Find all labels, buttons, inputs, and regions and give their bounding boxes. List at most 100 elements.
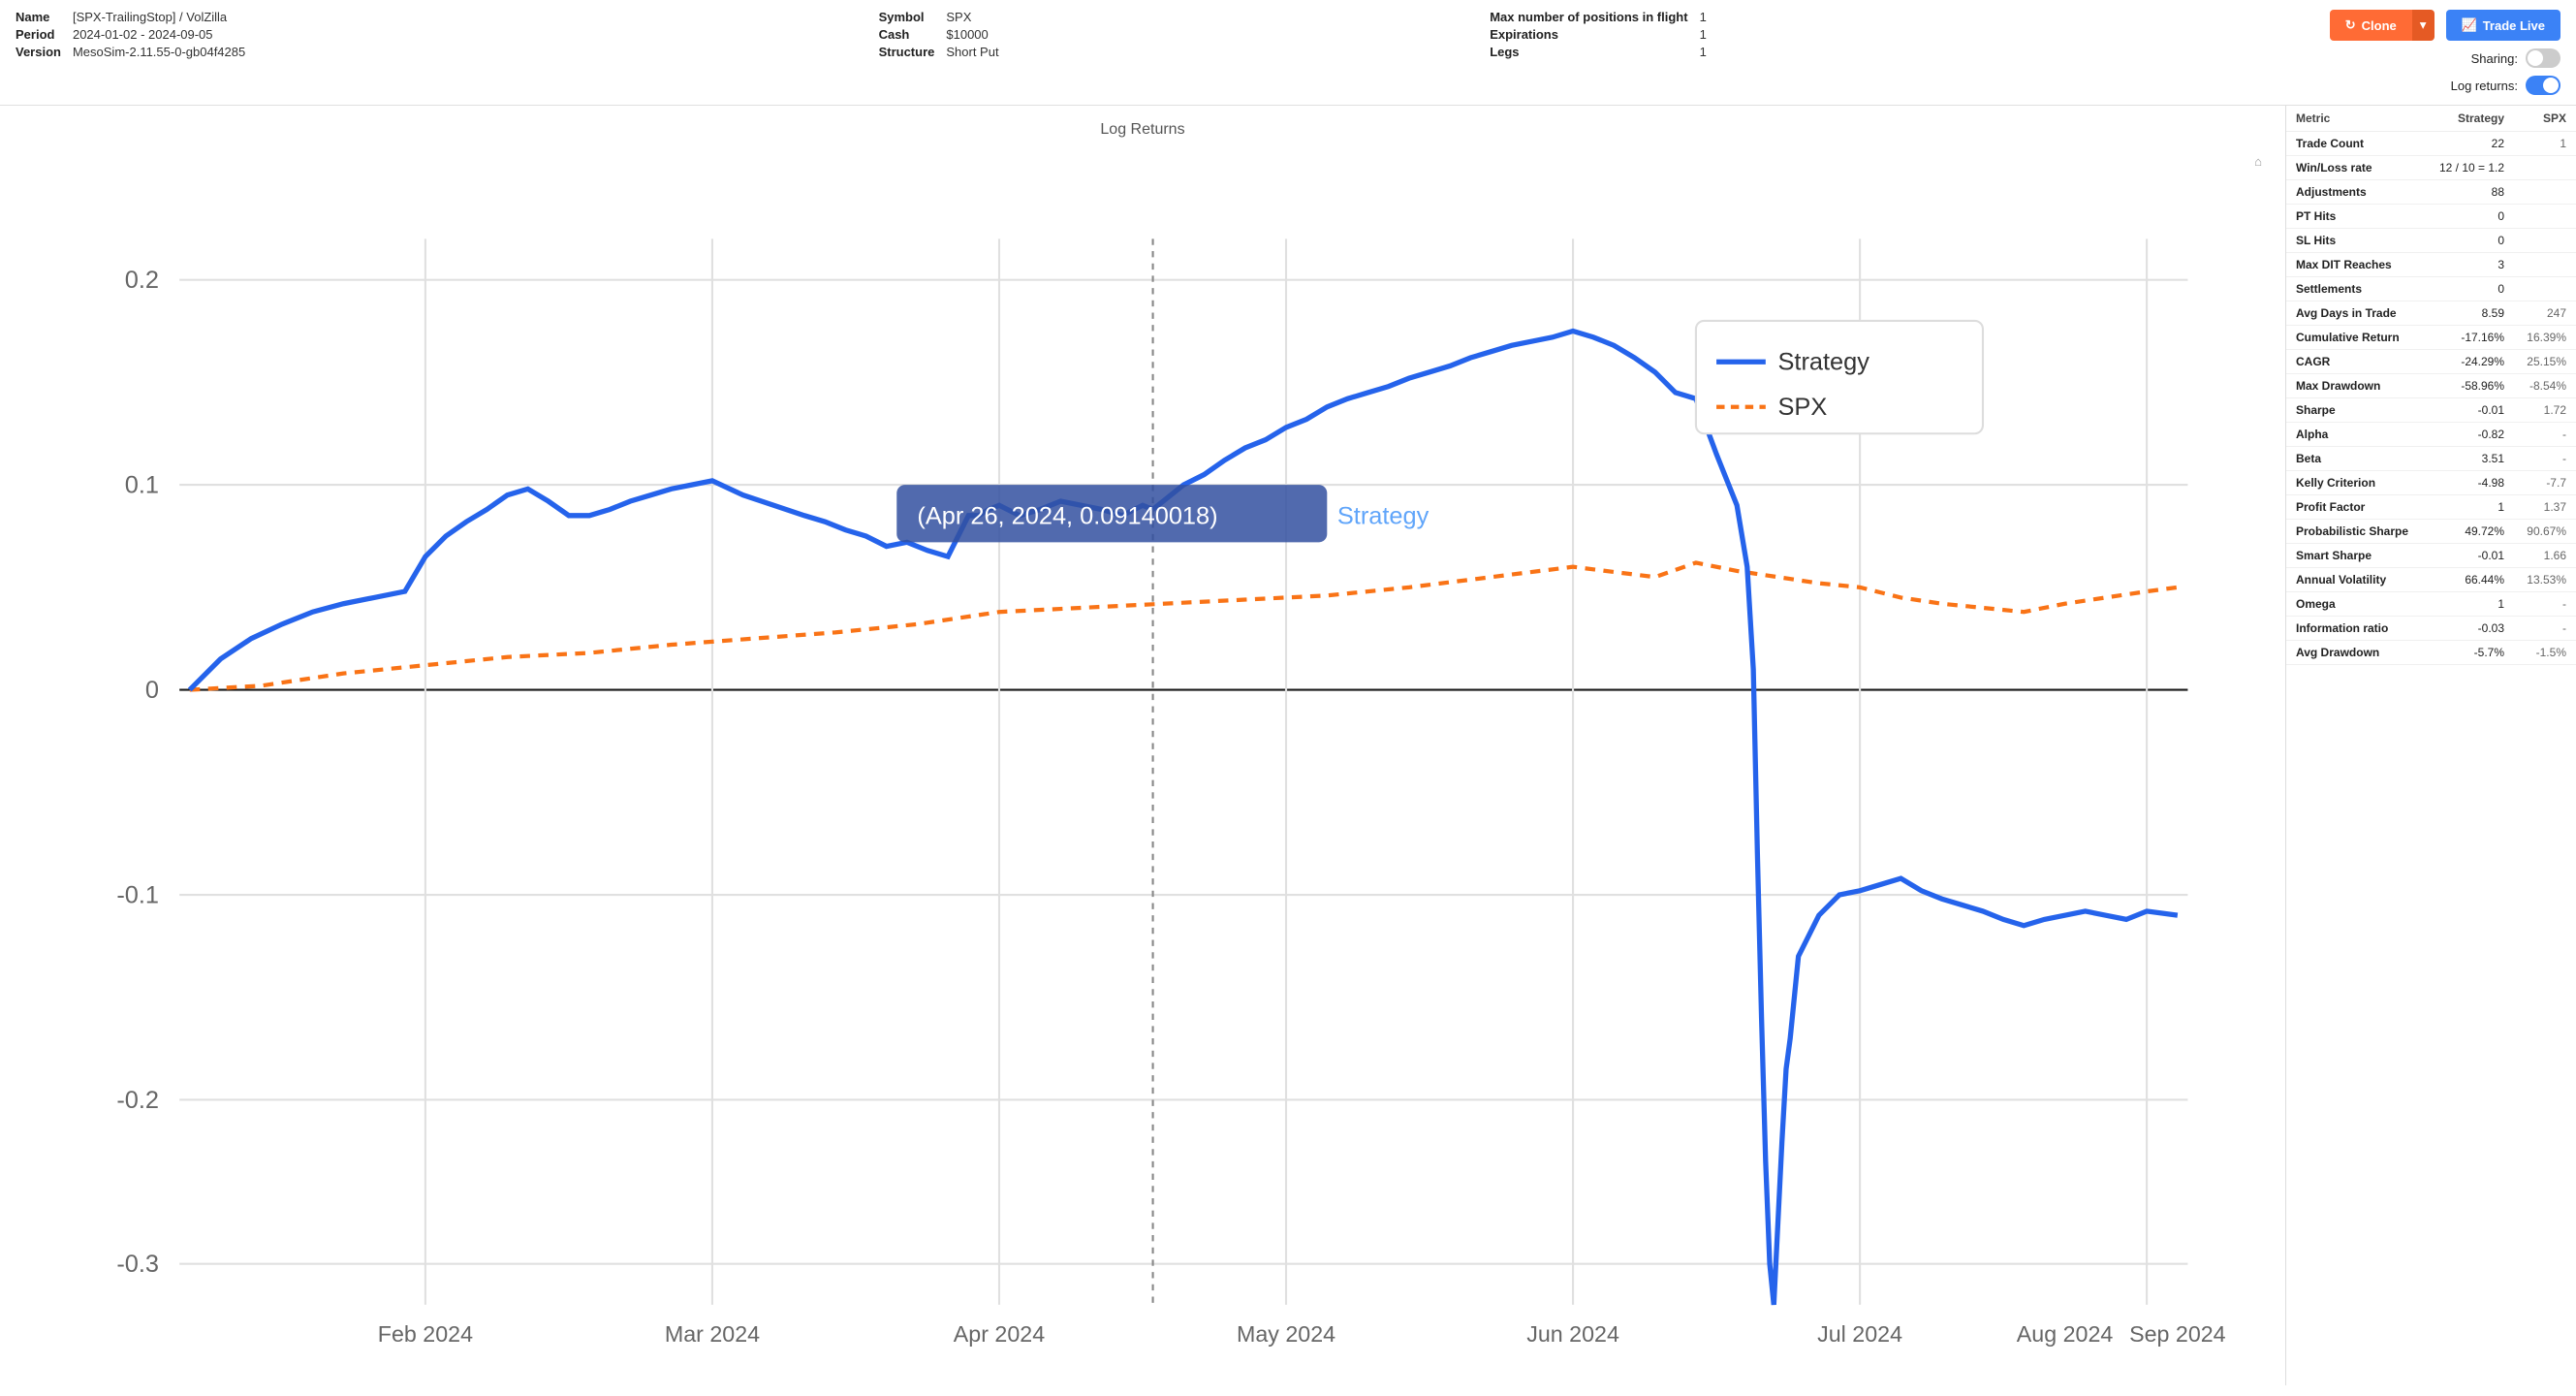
table-row: Avg Drawdown -5.7% -1.5% [2286,641,2576,665]
strategy-value: -0.03 [2425,617,2514,641]
structure-label: Structure [879,45,935,59]
version-label: Version [16,45,61,59]
table-row: Beta 3.51 - [2286,447,2576,471]
spx-value: 13.53% [2514,568,2576,592]
metric-name: Profit Factor [2286,495,2425,520]
trade-live-button[interactable]: 📈 Trade Live [2446,10,2561,41]
metric-name: Adjustments [2286,180,2425,205]
strategy-value: 1 [2425,495,2514,520]
expirations-label: Expirations [1490,27,1687,42]
table-row: Max Drawdown -58.96% -8.54% [2286,374,2576,398]
strategy-value: 3 [2425,253,2514,277]
sharing-toggle[interactable] [2526,48,2560,68]
table-row: Trade Count 22 1 [2286,132,2576,156]
spx-value: 16.39% [2514,326,2576,350]
chart-title: Log Returns [16,121,2270,139]
table-row: Annual Volatility 66.44% 13.53% [2286,568,2576,592]
chart-container: ⌂ 0.2 0.1 0 [16,146,2270,1356]
metric-name: Settlements [2286,277,2425,301]
spx-value [2514,156,2576,180]
clone-button[interactable]: ↻ Clone [2330,10,2412,41]
strategy-value: 0 [2425,229,2514,253]
log-returns-row: Log returns: [2451,76,2560,95]
metric-name: SL Hits [2286,229,2425,253]
strategy-value: 22 [2425,132,2514,156]
spx-value: 90.67% [2514,520,2576,544]
table-row: Adjustments 88 [2286,180,2576,205]
spx-value: - [2514,423,2576,447]
strategy-value: 88 [2425,180,2514,205]
table-row: Profit Factor 1 1.37 [2286,495,2576,520]
home-icon[interactable]: ⌂ [2254,154,2262,169]
svg-text:0.2: 0.2 [125,267,159,294]
metric-name: Max Drawdown [2286,374,2425,398]
spx-value: 1.66 [2514,544,2576,568]
strategy-header: Strategy [2425,106,2514,132]
table-row: Alpha -0.82 - [2286,423,2576,447]
spx-value: 1.72 [2514,398,2576,423]
metrics-table: Metric Strategy SPX Trade Count 22 1 Win… [2286,106,2576,665]
legs-value: 1 [1700,45,2330,59]
spx-value [2514,277,2576,301]
spx-value: -1.5% [2514,641,2576,665]
metric-name: Cumulative Return [2286,326,2425,350]
structure-value: Short Put [946,45,1466,59]
svg-text:-0.2: -0.2 [116,1087,159,1114]
strategy-value: 0 [2425,277,2514,301]
spx-value: 25.15% [2514,350,2576,374]
svg-text:0: 0 [145,677,159,704]
strategy-value: -0.01 [2425,398,2514,423]
table-row: Probabilistic Sharpe 49.72% 90.67% [2286,520,2576,544]
metric-name: Kelly Criterion [2286,471,2425,495]
sharing-label: Sharing: [2471,51,2518,66]
metrics-sidebar: Metric Strategy SPX Trade Count 22 1 Win… [2285,106,2576,1385]
svg-text:Apr 2024: Apr 2024 [954,1321,1045,1347]
period-value: 2024-01-02 - 2024-09-05 [73,27,856,42]
metric-header: Metric [2286,106,2425,132]
spx-value: -8.54% [2514,374,2576,398]
metric-name: Beta [2286,447,2425,471]
svg-text:-0.1: -0.1 [116,881,159,908]
spx-value: - [2514,447,2576,471]
log-returns-toggle[interactable] [2526,76,2560,95]
metric-name: Information ratio [2286,617,2425,641]
metric-name: Probabilistic Sharpe [2286,520,2425,544]
metric-name: Avg Drawdown [2286,641,2425,665]
svg-text:Mar 2024: Mar 2024 [665,1321,760,1347]
table-row: Max DIT Reaches 3 [2286,253,2576,277]
spx-value: 1 [2514,132,2576,156]
main-content: Log Returns ⌂ 0.2 [0,106,2576,1385]
table-row: Cumulative Return -17.16% 16.39% [2286,326,2576,350]
header-actions: ↻ Clone ▾ 📈 Trade Live Sharing: Log retu… [2330,10,2560,95]
metric-name: Alpha [2286,423,2425,447]
chart-area: Log Returns ⌂ 0.2 [0,106,2285,1385]
header: Name [SPX-TrailingStop] / VolZilla Perio… [0,0,2576,106]
refresh-icon: ↻ [2345,17,2356,33]
spx-value: - [2514,617,2576,641]
svg-text:Jun 2024: Jun 2024 [1526,1321,1619,1347]
table-row: Avg Days in Trade 8.59 247 [2286,301,2576,326]
metric-name: Smart Sharpe [2286,544,2425,568]
metric-name: Sharpe [2286,398,2425,423]
symbol-label: Symbol [879,10,935,24]
svg-text:Feb 2024: Feb 2024 [378,1321,473,1347]
legs-label: Legs [1490,45,1687,59]
table-row: Sharpe -0.01 1.72 [2286,398,2576,423]
table-row: Kelly Criterion -4.98 -7.7 [2286,471,2576,495]
cash-label: Cash [879,27,935,42]
log-returns-label: Log returns: [2451,79,2518,93]
metric-name: PT Hits [2286,205,2425,229]
strategy-value: -58.96% [2425,374,2514,398]
strategy-value: 66.44% [2425,568,2514,592]
clone-dropdown-button[interactable]: ▾ [2412,10,2435,41]
chart-svg: 0.2 0.1 0 -0.1 -0.2 -0.3 Feb 2024 Mar 20… [16,146,2270,1356]
table-row: Settlements 0 [2286,277,2576,301]
name-value: [SPX-TrailingStop] / VolZilla [73,10,856,24]
chart-icon: 📈 [2462,17,2477,33]
svg-text:Strategy: Strategy [1337,502,1429,529]
name-label: Name [16,10,61,24]
metric-name: Avg Days in Trade [2286,301,2425,326]
strategy-value: -24.29% [2425,350,2514,374]
spx-value: 1.37 [2514,495,2576,520]
table-row: PT Hits 0 [2286,205,2576,229]
